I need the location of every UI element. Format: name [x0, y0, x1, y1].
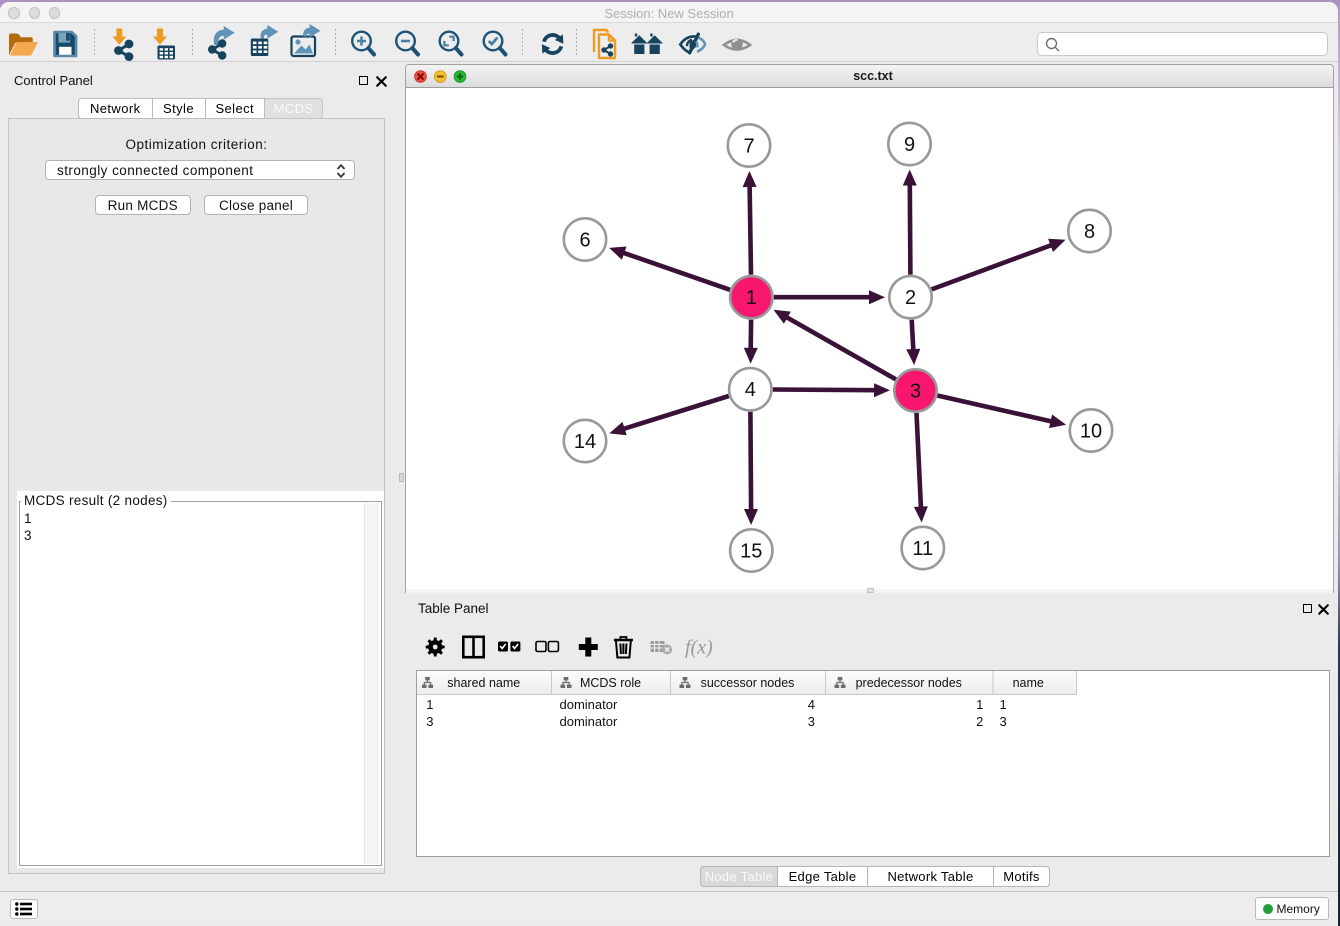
svg-text:10: 10: [1079, 420, 1101, 442]
svg-text:6: 6: [579, 229, 590, 251]
svg-text:2: 2: [904, 287, 915, 309]
svg-text:1: 1: [745, 287, 756, 309]
svg-text:f(x): f(x): [685, 637, 713, 659]
svg-text:7: 7: [743, 135, 754, 157]
svg-text:15: 15: [740, 540, 762, 562]
svg-text:9: 9: [903, 133, 914, 155]
svg-text:14: 14: [573, 430, 595, 452]
svg-text:4: 4: [744, 379, 755, 401]
svg-text:11: 11: [912, 537, 933, 559]
svg-text:3: 3: [909, 380, 920, 402]
svg-text:8: 8: [1083, 220, 1094, 242]
